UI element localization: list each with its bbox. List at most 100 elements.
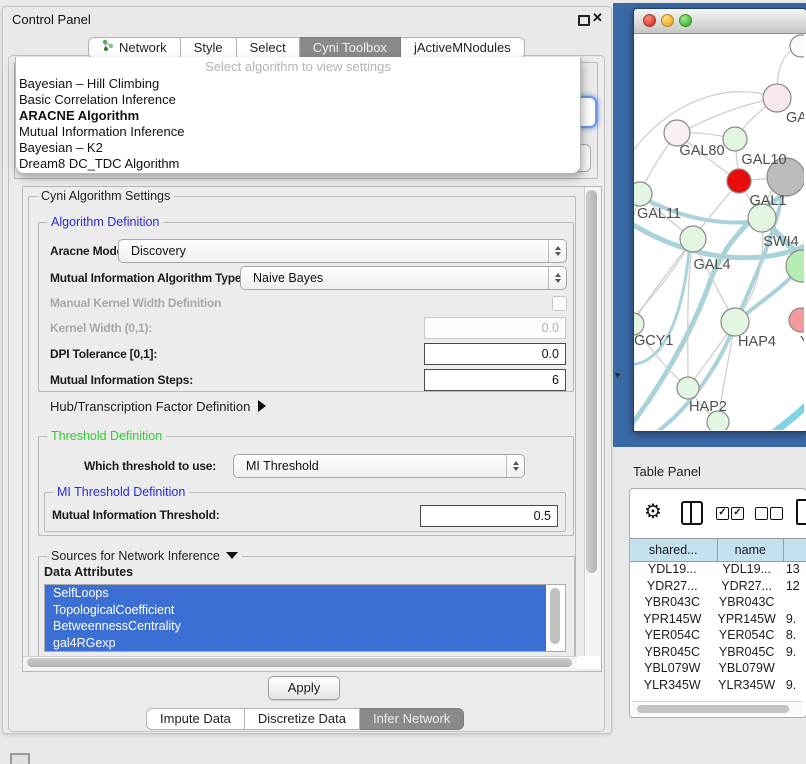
list-item[interactable]: gal4RGexp bbox=[45, 635, 546, 652]
close-window-icon[interactable] bbox=[643, 14, 656, 27]
node-label: HAP4 bbox=[738, 334, 776, 350]
network-node-gal1[interactable] bbox=[727, 169, 751, 193]
column-header[interactable]: name bbox=[718, 539, 785, 561]
tab-cyni-toolbox[interactable]: Cyni Toolbox bbox=[300, 37, 401, 59]
dropdown-item[interactable]: Mutual Information Inference bbox=[16, 124, 580, 140]
sources-title[interactable]: Sources for Network Inference bbox=[47, 549, 242, 563]
table-cell: YER054C bbox=[715, 627, 779, 644]
network-window-titlebar[interactable] bbox=[634, 9, 806, 34]
tab-jactivemnodules[interactable]: jActiveMNodules bbox=[401, 37, 525, 59]
float-window-icon[interactable] bbox=[578, 15, 590, 26]
tab-style[interactable]: Style bbox=[181, 37, 237, 59]
split-view-icon[interactable] bbox=[681, 501, 703, 525]
table-cell: YDR27... bbox=[630, 578, 715, 595]
node-label: HAP2 bbox=[689, 399, 727, 415]
table-cell: YPR145W bbox=[630, 611, 715, 628]
dpi-tolerance-input[interactable]: 0.0 bbox=[424, 343, 566, 365]
table-cell: YBR043C bbox=[715, 594, 779, 611]
collapsed-arrow-icon bbox=[258, 400, 266, 412]
list-item[interactable]: TopologicalCoefficient bbox=[45, 602, 546, 619]
apply-button[interactable]: Apply bbox=[268, 676, 340, 700]
network-graph-icon bbox=[102, 37, 114, 59]
minimize-window-icon[interactable] bbox=[661, 14, 674, 27]
table-row[interactable]: YBL079WYBL079W bbox=[630, 660, 806, 677]
dropdown-placeholder: Select algorithm to view settings bbox=[16, 57, 580, 76]
mi-type-label: Mutual Information Algorithm Type: bbox=[50, 266, 245, 290]
network-node-y[interactable] bbox=[789, 308, 804, 332]
attributes-list-scrollbar-thumb[interactable] bbox=[550, 588, 560, 644]
network-node-hap2[interactable] bbox=[677, 377, 699, 399]
network-canvas[interactable]: GALGAL80GAL10GAL1GAL11SWI4GAL4GCY1HAP4YH… bbox=[634, 34, 804, 430]
zoom-window-icon[interactable] bbox=[679, 14, 692, 27]
data-attributes-list[interactable]: SelfLoopsTopologicalCoefficientBetweenne… bbox=[44, 584, 566, 652]
manual-kernel-checkbox[interactable] bbox=[552, 296, 567, 311]
tab-discretize-data[interactable]: Discretize Data bbox=[245, 708, 360, 730]
tab-network[interactable]: Network bbox=[88, 37, 181, 59]
network-node-gal11[interactable] bbox=[634, 182, 652, 206]
tab-label: Network bbox=[119, 37, 167, 59]
checked-box-icon[interactable]: ✓ bbox=[716, 507, 729, 520]
expanded-arrow-icon bbox=[226, 552, 238, 559]
table-cell: YDR27... bbox=[715, 578, 779, 595]
table-row[interactable]: YLR345WYLR345W9. bbox=[630, 677, 806, 690]
tab-label: Infer Network bbox=[373, 708, 450, 730]
table-cell: YER054C bbox=[630, 627, 715, 644]
table-row[interactable]: YDL19...YDL19...13 bbox=[630, 561, 806, 578]
network-node-gal[interactable] bbox=[763, 84, 791, 112]
aracne-mode-combo[interactable]: Discovery bbox=[118, 239, 567, 263]
dropdown-item[interactable]: Bayesian – K2 bbox=[16, 140, 580, 156]
table-row[interactable]: YBR043CYBR043C bbox=[630, 594, 806, 611]
tab-infer-network[interactable]: Infer Network bbox=[360, 708, 464, 730]
network-node-hap4[interactable] bbox=[721, 308, 749, 336]
tab-select[interactable]: Select bbox=[237, 37, 300, 59]
dropdown-item[interactable]: Bayesian – Hill Climbing bbox=[16, 76, 580, 92]
dropdown-item[interactable]: Basic Correlation Inference bbox=[16, 92, 580, 108]
settings-vertical-scrollbar-thumb[interactable] bbox=[586, 190, 597, 573]
network-node[interactable] bbox=[790, 35, 804, 57]
table-cell: 13 bbox=[779, 561, 806, 578]
checked-box-icon[interactable]: ✓ bbox=[731, 507, 744, 520]
network-node-gal10[interactable] bbox=[723, 127, 747, 151]
list-item[interactable]: BetweennessCentrality bbox=[45, 618, 546, 635]
table-row[interactable]: YPR145WYPR145W9. bbox=[630, 611, 806, 628]
network-node-gal4[interactable] bbox=[680, 226, 706, 252]
hub-tf-definition-toggle[interactable]: Hub/Transcription Factor Definition bbox=[50, 399, 266, 414]
network-edge[interactable] bbox=[754, 394, 804, 430]
dropdown-item[interactable]: Dream8 DC_TDC Algorithm bbox=[16, 156, 580, 172]
kernel-width-input[interactable]: 0.0 bbox=[424, 317, 566, 339]
node-label: GCY1 bbox=[634, 333, 674, 349]
mi-steps-input[interactable]: 6 bbox=[424, 369, 566, 391]
table-row[interactable]: YDR27...YDR27...12 bbox=[630, 578, 806, 595]
table-horizontal-scrollbar-thumb[interactable] bbox=[637, 705, 789, 713]
tab-impute-data[interactable]: Impute Data bbox=[146, 708, 245, 730]
tab-label: Impute Data bbox=[160, 708, 231, 730]
unchecked-box-icon[interactable] bbox=[755, 507, 768, 520]
stepper-icon bbox=[506, 455, 524, 477]
unchecked-box-icon[interactable] bbox=[770, 507, 783, 520]
table-cell: 12 bbox=[779, 578, 806, 595]
table-row[interactable]: YBR045CYBR045C9. bbox=[630, 644, 806, 661]
minimized-panel-grip[interactable] bbox=[10, 753, 30, 764]
table-cell: YBL079W bbox=[715, 660, 779, 677]
which-threshold-combo[interactable]: MI Threshold bbox=[233, 454, 525, 478]
network-node-gcy1[interactable] bbox=[634, 313, 644, 335]
tab-label: Discretize Data bbox=[258, 708, 346, 730]
close-panel-icon[interactable]: ✕ bbox=[592, 10, 603, 26]
mi-type-combo[interactable]: Naive Bayes bbox=[240, 266, 567, 290]
mi-threshold-input[interactable]: 0.5 bbox=[420, 505, 558, 527]
dpi-tolerance-label: DPI Tolerance [0,1]: bbox=[50, 342, 157, 366]
table-cell: 9. bbox=[779, 611, 806, 628]
gear-icon[interactable]: ⚙ bbox=[644, 499, 662, 524]
table-cell: YDL19... bbox=[630, 561, 715, 578]
table-cell: YDL19... bbox=[715, 561, 779, 578]
list-item[interactable]: SelfLoops bbox=[45, 585, 546, 602]
column-header[interactable] bbox=[784, 539, 806, 561]
table-horizontal-scrollbar[interactable] bbox=[632, 701, 802, 715]
table-row[interactable]: YER054CYER054C8. bbox=[630, 627, 806, 644]
hub-tf-definition-label: Hub/Transcription Factor Definition bbox=[50, 399, 250, 414]
dropdown-item[interactable]: ARACNE Algorithm bbox=[16, 108, 580, 124]
settings-horizontal-scrollbar-thumb[interactable] bbox=[27, 658, 572, 667]
node-label: GAL11 bbox=[637, 206, 681, 222]
new-table-icon[interactable] bbox=[796, 499, 806, 525]
column-header[interactable]: shared... bbox=[630, 539, 718, 561]
